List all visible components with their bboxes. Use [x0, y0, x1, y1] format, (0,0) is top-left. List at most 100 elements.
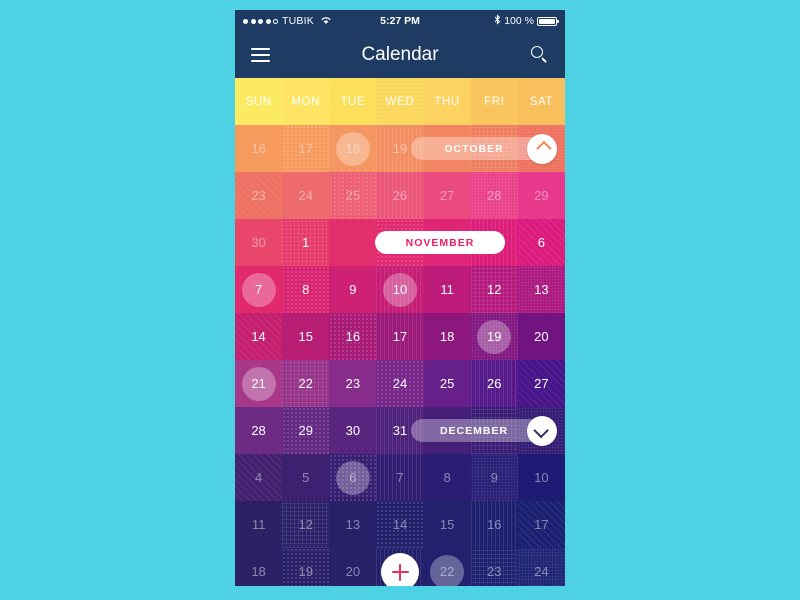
calendar-day-number: 24 — [534, 564, 549, 579]
weekday-header-label: FRI — [484, 95, 505, 108]
calendar-day-number: 6 — [349, 470, 357, 485]
calendar-day-cell[interactable]: 14 — [376, 501, 424, 548]
calendar-day-cell[interactable]: 24 — [282, 172, 330, 219]
calendar-day-number: 8 — [302, 282, 310, 297]
weekday-header-tue: TUE — [329, 78, 377, 125]
calendar-day-cell[interactable]: 27 — [517, 360, 565, 407]
calendar-day-number: 19 — [392, 141, 408, 156]
calendar-day-cell[interactable]: 18 — [423, 313, 471, 360]
calendar-day-number: 12 — [487, 282, 502, 297]
calendar-day-cell[interactable]: 16 — [329, 313, 377, 360]
calendar-day-cell[interactable]: 21 — [235, 360, 283, 407]
calendar-day-cell[interactable]: 17 — [376, 313, 424, 360]
calendar-day-cell[interactable]: 28 — [470, 172, 518, 219]
calendar-day-cell[interactable]: 9 — [329, 266, 377, 313]
calendar-day-cell[interactable]: 19 — [282, 548, 330, 586]
calendar-day-cell[interactable]: 9 — [470, 454, 518, 501]
calendar-day-cell[interactable]: 6 — [517, 219, 565, 266]
calendar-day-cell[interactable]: 6 — [329, 454, 377, 501]
calendar-day-number: 25 — [345, 188, 361, 203]
calendar-day-number: 20 — [534, 329, 549, 344]
calendar-day-number: 18 — [251, 564, 266, 579]
calendar-day-cell[interactable]: 13 — [517, 266, 565, 313]
hamburger-menu-icon[interactable] — [251, 48, 270, 62]
calendar-day-number: 6 — [537, 235, 546, 250]
calendar-day-number: 15 — [298, 329, 313, 344]
calendar-day-cell[interactable]: 7 — [235, 266, 283, 313]
calendar-day-cell[interactable]: 12 — [470, 266, 518, 313]
calendar-day-cell[interactable]: 15 — [282, 313, 330, 360]
calendar-day-cell[interactable]: 22 — [423, 548, 471, 586]
calendar-day-cell[interactable]: 10 — [376, 266, 424, 313]
calendar-day-cell[interactable]: 30 — [329, 407, 377, 454]
october-pill-label[interactable]: OCTOBER — [411, 137, 541, 160]
calendar-day-cell[interactable]: 19 — [470, 313, 518, 360]
calendar-day-number: 18 — [345, 141, 361, 156]
calendar-day-cell[interactable]: 16 — [235, 125, 283, 172]
calendar-day-number: 10 — [392, 282, 408, 297]
calendar-day-cell[interactable]: 12 — [282, 501, 330, 548]
calendar-day-number: 13 — [345, 517, 361, 532]
calendar-day-cell[interactable]: 8 — [282, 266, 330, 313]
battery-icon — [537, 16, 559, 26]
calendar-day-number: 26 — [487, 376, 502, 391]
calendar-day-cell[interactable]: 14 — [235, 313, 283, 360]
wifi-icon — [320, 15, 332, 28]
calendar-day-cell[interactable]: 26 — [376, 172, 424, 219]
calendar-day-cell[interactable]: 11 — [423, 266, 471, 313]
calendar-day-cell[interactable]: 28 — [235, 407, 283, 454]
calendar-day-number: 13 — [534, 282, 549, 297]
calendar-day-number: 29 — [534, 188, 549, 203]
chevron-up-icon[interactable] — [527, 133, 557, 164]
calendar-day-cell[interactable]: 15 — [423, 501, 471, 548]
november-month-control[interactable]: NOVEMBER — [375, 219, 505, 266]
calendar-day-cell[interactable]: 29 — [517, 172, 565, 219]
december-month-control[interactable]: DECEMBER — [411, 407, 557, 454]
search-icon[interactable] — [531, 46, 549, 64]
calendar-day-number: 27 — [439, 188, 455, 203]
weekday-header-sun: SUN — [235, 78, 283, 125]
calendar-day-cell[interactable]: 4 — [235, 454, 283, 501]
calendar-day-cell[interactable]: 20 — [329, 548, 377, 586]
calendar-day-number: 25 — [439, 376, 455, 391]
weekday-header-thu: THU — [423, 78, 471, 125]
october-month-control[interactable]: OCTOBER — [411, 125, 557, 172]
calendar-day-cell[interactable]: 13 — [329, 501, 377, 548]
calendar-day-cell[interactable]: 25 — [329, 172, 377, 219]
calendar-day-cell[interactable]: 22 — [282, 360, 330, 407]
add-event-button[interactable] — [381, 553, 419, 586]
december-pill-label[interactable]: DECEMBER — [411, 419, 541, 442]
calendar-day-cell[interactable]: 24 — [376, 360, 424, 407]
calendar-day-cell[interactable]: 5 — [282, 454, 330, 501]
calendar-day-cell[interactable]: 24 — [517, 548, 565, 586]
calendar-day-cell[interactable]: 23 — [470, 548, 518, 586]
carrier-label: TUBIK — [282, 15, 314, 27]
calendar-day-cell[interactable]: 27 — [423, 172, 471, 219]
chevron-down-icon[interactable] — [527, 415, 557, 446]
calendar-day-cell[interactable]: 29 — [282, 407, 330, 454]
calendar-day-cell[interactable]: 17 — [517, 501, 565, 548]
calendar-day-cell[interactable]: 25 — [423, 360, 471, 407]
calendar-day-number: 30 — [251, 235, 266, 250]
calendar-day-cell[interactable]: 23 — [329, 360, 377, 407]
calendar-day-cell[interactable]: 30 — [235, 219, 283, 266]
calendar-day-cell[interactable]: 11 — [235, 501, 283, 548]
calendar-day-cell[interactable]: 17 — [282, 125, 330, 172]
calendar-day-cell[interactable]: 18 — [329, 125, 377, 172]
calendar-day-cell[interactable]: 23 — [235, 172, 283, 219]
calendar-day-cell[interactable]: 26 — [470, 360, 518, 407]
calendar-day-cell[interactable]: 18 — [235, 548, 283, 586]
plus-icon — [391, 570, 409, 574]
calendar-day-number: 19 — [298, 564, 313, 579]
calendar-day-cell[interactable]: 10 — [517, 454, 565, 501]
november-pill-label[interactable]: NOVEMBER — [375, 231, 505, 254]
calendar-day-number: 16 — [345, 329, 361, 344]
calendar-day-cell[interactable]: 7 — [376, 454, 424, 501]
weekday-header-label: MON — [291, 95, 321, 108]
calendar-day-cell[interactable]: 1 — [282, 219, 330, 266]
calendar-day-number: 21 — [251, 376, 266, 391]
calendar-day-cell[interactable]: 20 — [517, 313, 565, 360]
calendar-day-cell[interactable]: 8 — [423, 454, 471, 501]
calendar-day-cell[interactable]: 16 — [470, 501, 518, 548]
calendar-day-number: 4 — [254, 470, 263, 485]
